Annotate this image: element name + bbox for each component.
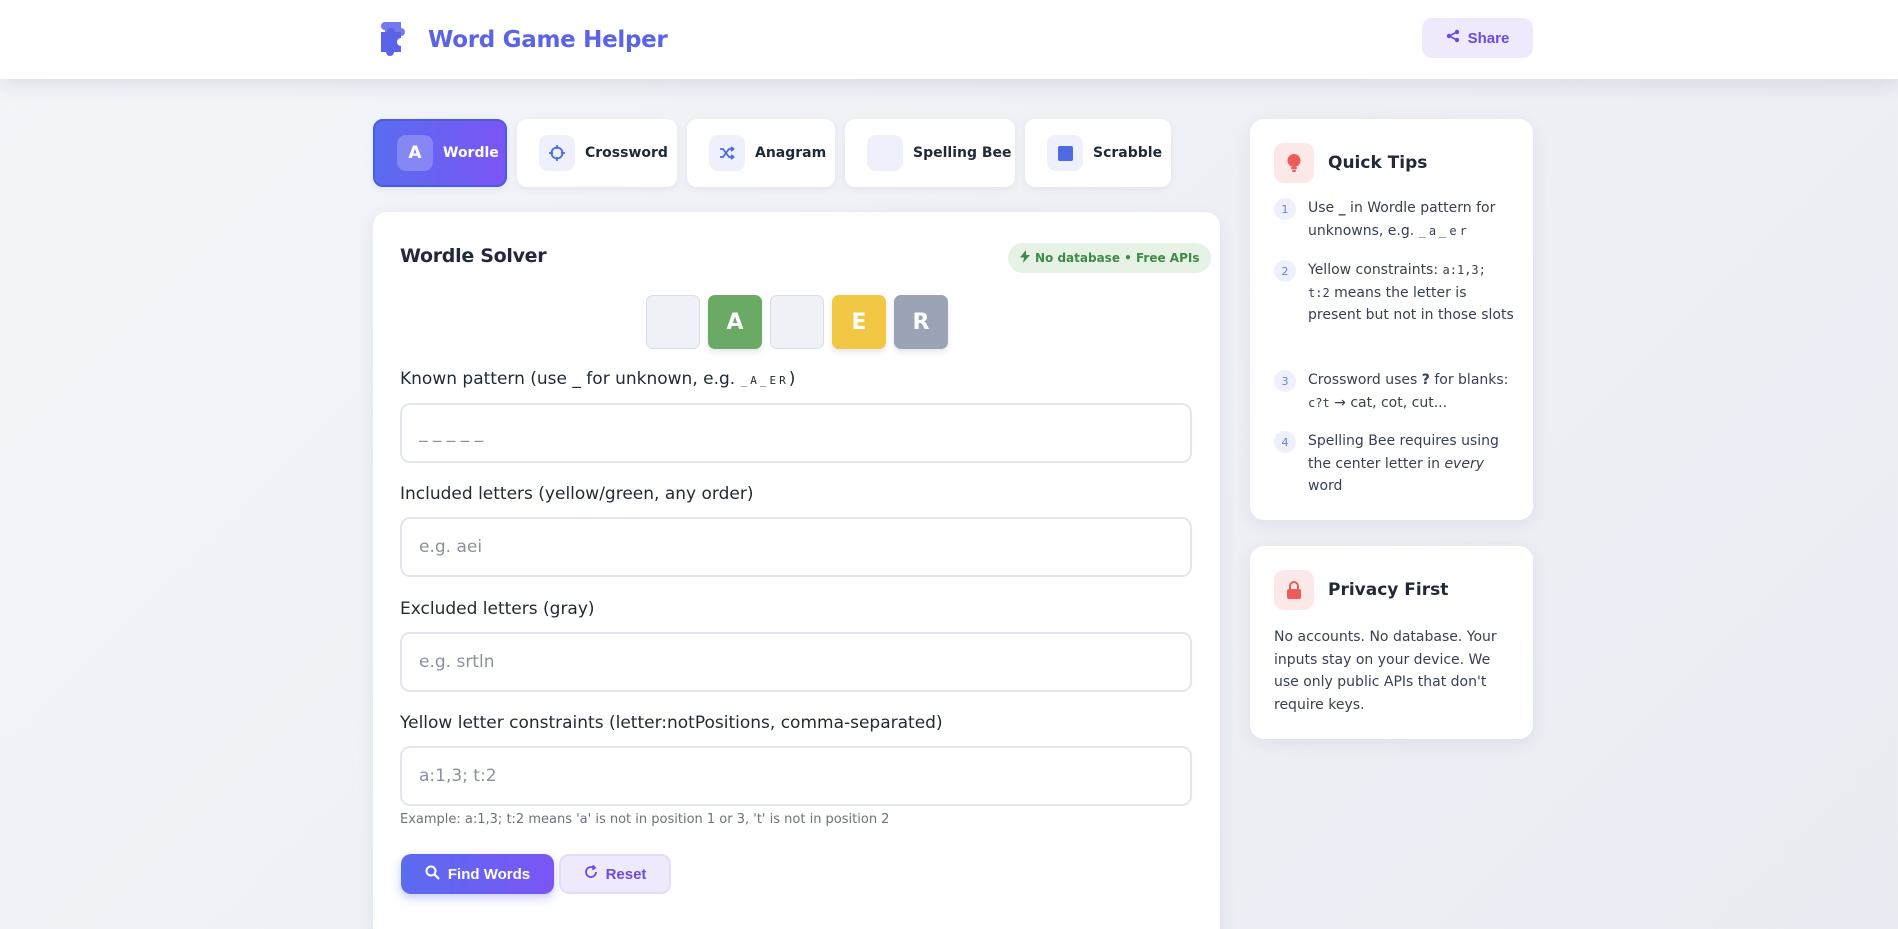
tip-number: 4 bbox=[1274, 431, 1296, 453]
tip-text-part: every bbox=[1444, 455, 1484, 472]
lightning-icon bbox=[1020, 250, 1030, 266]
app-title: Word Game Helper bbox=[428, 27, 668, 53]
tab-scrabble[interactable]: Scrabble bbox=[1025, 119, 1171, 187]
share-label: Share bbox=[1467, 29, 1510, 47]
lightbulb-icon bbox=[1274, 143, 1314, 183]
tile: R bbox=[894, 295, 948, 349]
tip-number: 1 bbox=[1274, 198, 1296, 220]
quick-tips-card: Quick Tips 1 Use _ in Wordle pattern for… bbox=[1250, 119, 1533, 520]
pattern-label: Known pattern (use _ for unknown, e.g. _… bbox=[400, 369, 795, 389]
tab-label: Spelling Bee bbox=[913, 145, 1012, 161]
excluded-label: Excluded letters (gray) bbox=[400, 599, 595, 619]
tip-text-part: means the letter is present but not in t… bbox=[1308, 284, 1514, 324]
tab-anagram[interactable]: Anagram bbox=[687, 119, 835, 187]
privacy-header: Privacy First bbox=[1274, 570, 1448, 610]
top-header: Word Game Helper Share bbox=[0, 0, 1898, 79]
tip-text-part: → cat, cot, cut... bbox=[1329, 394, 1448, 411]
privacy-card: Privacy First No accounts. No database. … bbox=[1250, 546, 1533, 739]
tab-label: Anagram bbox=[755, 145, 827, 161]
tab-label: Wordle bbox=[443, 145, 499, 161]
puzzle-icon bbox=[377, 20, 411, 60]
reset-label: Reset bbox=[605, 865, 647, 883]
share-icon bbox=[1446, 29, 1460, 47]
tip-code: c?t bbox=[1308, 395, 1330, 410]
tab-label: Scrabble bbox=[1093, 145, 1163, 161]
tip-text-part: word bbox=[1308, 478, 1343, 494]
included-label: Included letters (yellow/green, any orde… bbox=[400, 484, 754, 504]
tile: A bbox=[708, 295, 762, 349]
find-words-button[interactable]: Find Words bbox=[401, 854, 554, 894]
pattern-label-example: _A_ER bbox=[740, 374, 789, 387]
privacy-title: Privacy First bbox=[1328, 580, 1449, 600]
tip-text-part: for blanks: bbox=[1429, 372, 1509, 388]
tab-label: Crossword bbox=[585, 145, 668, 161]
tip-text-part: Yellow constraints: bbox=[1308, 262, 1443, 278]
pattern-input[interactable] bbox=[400, 403, 1192, 463]
reset-button[interactable]: Reset bbox=[559, 854, 671, 894]
tip-text-part: ? bbox=[1421, 372, 1430, 388]
tip-text: Yellow constraints: a:1,3; t:2 means the… bbox=[1308, 259, 1514, 327]
brand[interactable]: Word Game Helper bbox=[377, 20, 668, 60]
tips-title: Quick Tips bbox=[1328, 153, 1428, 173]
find-words-label: Find Words bbox=[447, 865, 531, 883]
excluded-input[interactable] bbox=[400, 632, 1192, 692]
crosshair-icon bbox=[539, 135, 575, 171]
constraints-hint: Example: a:1,3; t:2 means 'a' is not in … bbox=[400, 812, 890, 827]
tip-number: 3 bbox=[1274, 370, 1296, 392]
tile bbox=[646, 295, 700, 349]
included-input[interactable] bbox=[400, 517, 1192, 577]
constraints-input[interactable] bbox=[400, 746, 1192, 806]
tile: E bbox=[832, 295, 886, 349]
tip-text: Crossword uses ? for blanks: c?t → cat, … bbox=[1308, 369, 1514, 414]
badge-label: No database • Free APIs bbox=[1035, 251, 1200, 265]
tab-wordle[interactable]: A Wordle bbox=[373, 119, 507, 187]
tip-text-part: Use bbox=[1308, 200, 1339, 216]
letter-a-icon: A bbox=[397, 135, 433, 171]
tab-crossword[interactable]: Crossword bbox=[517, 119, 677, 187]
lock-icon bbox=[1274, 570, 1314, 610]
tip-item: 3 Crossword uses ? for blanks: c?t → cat… bbox=[1274, 369, 1514, 414]
tip-code: _a_er bbox=[1418, 223, 1470, 238]
pattern-label-prefix: Known pattern (use _ for unknown, e.g. bbox=[400, 369, 741, 389]
tip-item: 4 Spelling Bee requires using the center… bbox=[1274, 430, 1514, 498]
shuffle-icon bbox=[709, 135, 745, 171]
wordle-tiles: A E R bbox=[646, 295, 948, 349]
tile bbox=[770, 295, 824, 349]
tip-text: Spelling Bee requires using the center l… bbox=[1308, 430, 1514, 498]
tip-text: Use _ in Wordle pattern for unknowns, e.… bbox=[1308, 197, 1514, 242]
tip-item: 2 Yellow constraints: a:1,3; t:2 means t… bbox=[1274, 259, 1514, 327]
search-icon bbox=[425, 865, 440, 884]
tab-spelling-bee[interactable]: Spelling Bee bbox=[845, 119, 1015, 187]
constraints-label: Yellow letter constraints (letter:notPos… bbox=[400, 713, 943, 733]
tips-header: Quick Tips bbox=[1274, 143, 1427, 183]
tip-text-part: Crossword uses bbox=[1308, 372, 1422, 388]
square-icon bbox=[1047, 135, 1083, 171]
pattern-label-suffix: ) bbox=[788, 369, 796, 389]
refresh-icon bbox=[584, 864, 598, 883]
tip-text-part: _ bbox=[1338, 200, 1346, 216]
solver-title: Wordle Solver bbox=[400, 245, 547, 267]
status-badge: No database • Free APIs bbox=[1008, 243, 1212, 273]
share-button[interactable]: Share bbox=[1422, 18, 1533, 58]
tip-number: 2 bbox=[1274, 260, 1296, 282]
blank-icon bbox=[867, 135, 903, 171]
wordle-solver-card: Wordle Solver No database • Free APIs A … bbox=[373, 212, 1220, 929]
privacy-text: No accounts. No database. Your inputs st… bbox=[1274, 629, 1497, 713]
tip-item: 1 Use _ in Wordle pattern for unknowns, … bbox=[1274, 197, 1514, 242]
